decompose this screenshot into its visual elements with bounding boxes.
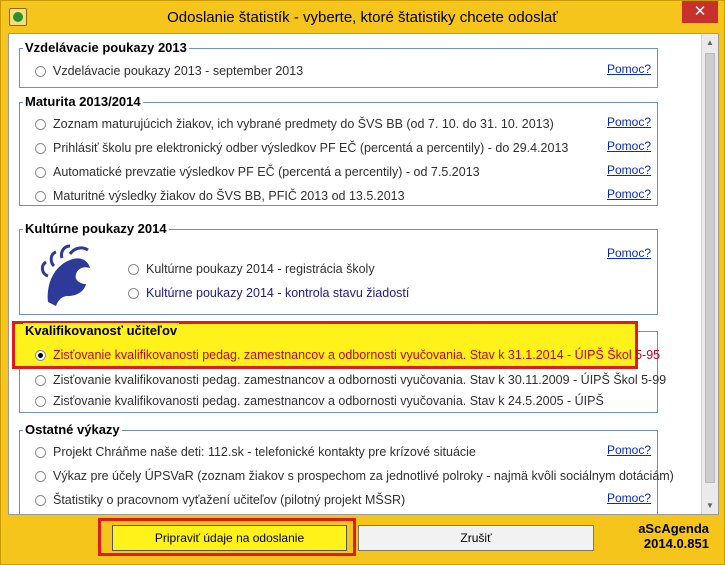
radio-button[interactable] <box>35 142 46 154</box>
close-button[interactable]: ✕ <box>682 1 718 23</box>
option-label: Prihlásiť školu pre elektronický odber v… <box>53 141 569 155</box>
option-culture-status[interactable]: Kultúrne poukazy 2014 - kontrola stavu ž… <box>128 284 409 302</box>
option-label: Zisťovanie kvalifikovanosti pedag. zames… <box>53 394 604 408</box>
group-maturita: Maturita 2013/2014 Zoznam maturujúcich ž… <box>19 94 658 206</box>
radio-button[interactable] <box>35 374 46 386</box>
group-title: Ostatné výkazy <box>23 422 122 437</box>
option-qualification-2014[interactable]: Zisťovanie kvalifikovanosti pedag. zames… <box>35 346 660 364</box>
group-title: Kvalifikovanosť učiteľov <box>23 323 180 338</box>
radio-button[interactable] <box>35 190 46 202</box>
help-link[interactable]: Pomoc? <box>607 163 651 177</box>
option-112-contacts[interactable]: Projekt Chráňme naše deti: 112.sk - tele… <box>35 443 476 461</box>
option-label: Automatické prevzatie výsledkov PF EČ (p… <box>53 165 480 179</box>
option-culture-registration[interactable]: Kultúrne poukazy 2014 - registrácia škol… <box>128 260 375 278</box>
button-bar: Pripraviť údaje na odoslanie Zrušiť aScA… <box>8 515 719 561</box>
option-label: Vzdelávacie poukazy 2013 - september 201… <box>53 64 304 78</box>
brand-label: aScAgenda 2014.0.851 <box>638 521 709 551</box>
brand-name: aScAgenda <box>638 521 709 536</box>
group-teacher-qualification: Kvalifikovanosť učiteľov Zisťovanie kval… <box>12 321 666 413</box>
help-link[interactable]: Pomoc? <box>607 62 651 76</box>
group-other-reports: Ostatné výkazy Projekt Chráňme naše deti… <box>19 422 674 514</box>
radio-button[interactable] <box>35 470 46 482</box>
option-maturita-results-import[interactable]: Automatické prevzatie výsledkov PF EČ (p… <box>35 163 480 181</box>
option-maturita-results[interactable]: Maturitné výsledky žiakov do ŠVS BB, PFI… <box>35 187 405 205</box>
group-title: Kultúrne poukazy 2014 <box>23 221 169 236</box>
cancel-button[interactable]: Zrušiť <box>358 525 594 551</box>
option-label: Kultúrne poukazy 2014 - kontrola stavu ž… <box>146 286 410 300</box>
radio-button-selected[interactable] <box>35 349 46 361</box>
culture-logo <box>40 244 90 306</box>
option-vouchers-sep-2013[interactable]: Vzdelávacie poukazy 2013 - september 201… <box>35 62 303 80</box>
option-label: Zoznam maturujúcich žiakov, ich vybrané … <box>53 117 554 131</box>
option-maturita-register[interactable]: Prihlásiť školu pre elektronický odber v… <box>35 139 568 157</box>
radio-button[interactable] <box>35 118 46 130</box>
radio-button[interactable] <box>128 263 139 275</box>
help-link[interactable]: Pomoc? <box>607 115 651 129</box>
scroll-up-icon[interactable]: ▲ <box>702 34 718 51</box>
help-link[interactable]: Pomoc? <box>607 187 651 201</box>
prepare-data-button[interactable]: Pripraviť údaje na odoslanie <box>112 525 347 551</box>
title-bar: Odoslanie štatistík - vyberte, ktoré šta… <box>1 1 724 33</box>
dialog-window: Odoslanie štatistík - vyberte, ktoré šta… <box>0 0 725 565</box>
radio-button[interactable] <box>35 494 46 506</box>
group-title: Maturita 2013/2014 <box>23 94 143 109</box>
radio-button[interactable] <box>35 395 46 407</box>
option-label: Maturitné výsledky žiakov do ŠVS BB, PFI… <box>53 189 405 203</box>
group-vouchers: Vzdelávacie poukazy 2013 Vzdelávacie pou… <box>19 40 658 88</box>
scroll-thumb[interactable] <box>705 53 715 483</box>
option-maturita-students[interactable]: Zoznam maturujúcich žiakov, ich vybrané … <box>35 115 554 133</box>
help-link[interactable]: Pomoc? <box>607 443 651 457</box>
help-link[interactable]: Pomoc? <box>607 139 651 153</box>
option-label: Kultúrne poukazy 2014 - registrácia škol… <box>146 262 375 276</box>
radio-button[interactable] <box>35 166 46 178</box>
option-qualification-2009[interactable]: Zisťovanie kvalifikovanosti pedag. zames… <box>35 371 666 389</box>
statistics-list: Vzdelávacie poukazy 2013 Vzdelávacie pou… <box>8 33 719 515</box>
scroll-down-icon[interactable]: ▼ <box>702 497 718 514</box>
option-label: Štatistiky o pracovnom vyťažení učiteľov… <box>53 493 406 507</box>
option-label: Projekt Chráňme naše deti: 112.sk - tele… <box>53 445 476 459</box>
option-label: Výkaz pre účely ÚPSVaR (zoznam žiakov s … <box>53 469 674 483</box>
option-upsvar-report[interactable]: Výkaz pre účely ÚPSVaR (zoznam žiakov s … <box>35 467 674 485</box>
radio-button[interactable] <box>35 65 46 77</box>
option-qualification-2005[interactable]: Zisťovanie kvalifikovanosti pedag. zames… <box>35 392 604 410</box>
brand-version: 2014.0.851 <box>643 536 709 551</box>
help-link[interactable]: Pomoc? <box>607 491 651 505</box>
group-culture-vouchers: Kultúrne poukazy 2014 Kultúrne poukazy 2… <box>19 221 658 315</box>
radio-button[interactable] <box>128 287 139 299</box>
option-label: Zisťovanie kvalifikovanosti pedag. zames… <box>53 373 667 387</box>
option-label: Zisťovanie kvalifikovanosti pedag. zames… <box>53 348 661 362</box>
window-title: Odoslanie štatistík - vyberte, ktoré šta… <box>167 9 558 26</box>
radio-button[interactable] <box>35 446 46 458</box>
vertical-scrollbar[interactable]: ▲ ▼ <box>701 34 718 514</box>
group-title: Vzdelávacie poukazy 2013 <box>23 40 189 55</box>
option-teacher-workload[interactable]: Štatistiky o pracovnom vyťažení učiteľov… <box>35 491 405 509</box>
help-link[interactable]: Pomoc? <box>607 246 651 260</box>
